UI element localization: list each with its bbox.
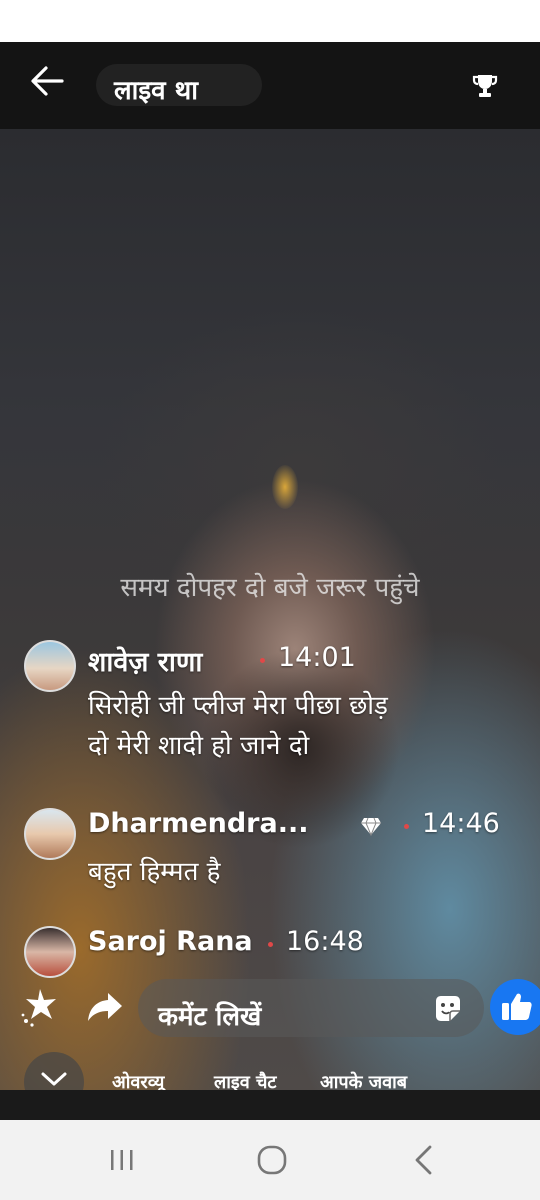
comment-author[interactable]: Saroj Rana <box>88 926 253 957</box>
separator-dot <box>260 658 265 663</box>
home-icon[interactable] <box>257 1145 287 1175</box>
sticker-icon[interactable] <box>432 993 464 1025</box>
page-title: लाइव था <box>114 76 198 106</box>
comment-text-line: बहुत हिम्मत है <box>88 857 221 887</box>
nav-back-icon[interactable] <box>412 1144 434 1176</box>
avatar[interactable] <box>24 808 76 860</box>
live-title-pill: लाइव था <box>96 64 262 106</box>
comment-input-placeholder: कमेंट लिखें <box>158 1002 262 1032</box>
comment-text-line: दो मेरी शादी हो जाने दो <box>88 731 310 761</box>
comment-time: 14:46 <box>422 808 500 839</box>
separator-dot <box>268 942 273 947</box>
thumbs-up-icon <box>502 993 532 1020</box>
diamond-icon <box>361 817 381 836</box>
video-bottom-strip <box>0 1090 540 1120</box>
comment-author[interactable]: शावेज़ राणा <box>88 642 202 679</box>
sparkle-icon[interactable] <box>20 985 64 1029</box>
avatar[interactable] <box>24 640 76 692</box>
chevron-down-icon <box>41 1072 67 1086</box>
header-bar: लाइव था <box>0 42 540 129</box>
comment-time: 16:48 <box>286 926 364 957</box>
comment-item[interactable]: Dharmendra... 14:46 बहुत हिम्मत है <box>0 806 540 896</box>
video-frame-highlight <box>272 465 298 509</box>
comment-action-bar: कमेंट लिखें <box>0 975 540 1037</box>
status-bar-area <box>0 0 540 42</box>
share-icon[interactable] <box>86 989 124 1023</box>
like-button[interactable] <box>490 979 540 1035</box>
live-tabs: ओवरव्यू लाइव चैट आपके जवाब <box>0 1042 540 1112</box>
comment-author[interactable]: Dharmendra... <box>88 808 308 839</box>
recents-icon[interactable] <box>108 1148 136 1172</box>
comment-item[interactable]: Saroj Rana 16:48 <box>0 924 540 978</box>
back-arrow-icon[interactable] <box>28 62 66 100</box>
comment-time: 14:01 <box>278 642 356 673</box>
separator-dot <box>404 824 409 829</box>
avatar[interactable] <box>24 926 76 978</box>
comment-text-line: सिरोही जी प्लीज मेरा पीछा छोड़ <box>88 691 388 721</box>
video-caption: समय दोपहर दो बजे जरूर पहुंचे <box>120 573 420 603</box>
trophy-icon[interactable] <box>472 72 498 100</box>
comment-input[interactable]: कमेंट लिखें <box>138 979 484 1037</box>
system-navigation-bar <box>0 1120 540 1200</box>
comment-item[interactable]: शावेज़ राणा 14:01 सिरोही जी प्लीज मेरा प… <box>0 638 540 778</box>
